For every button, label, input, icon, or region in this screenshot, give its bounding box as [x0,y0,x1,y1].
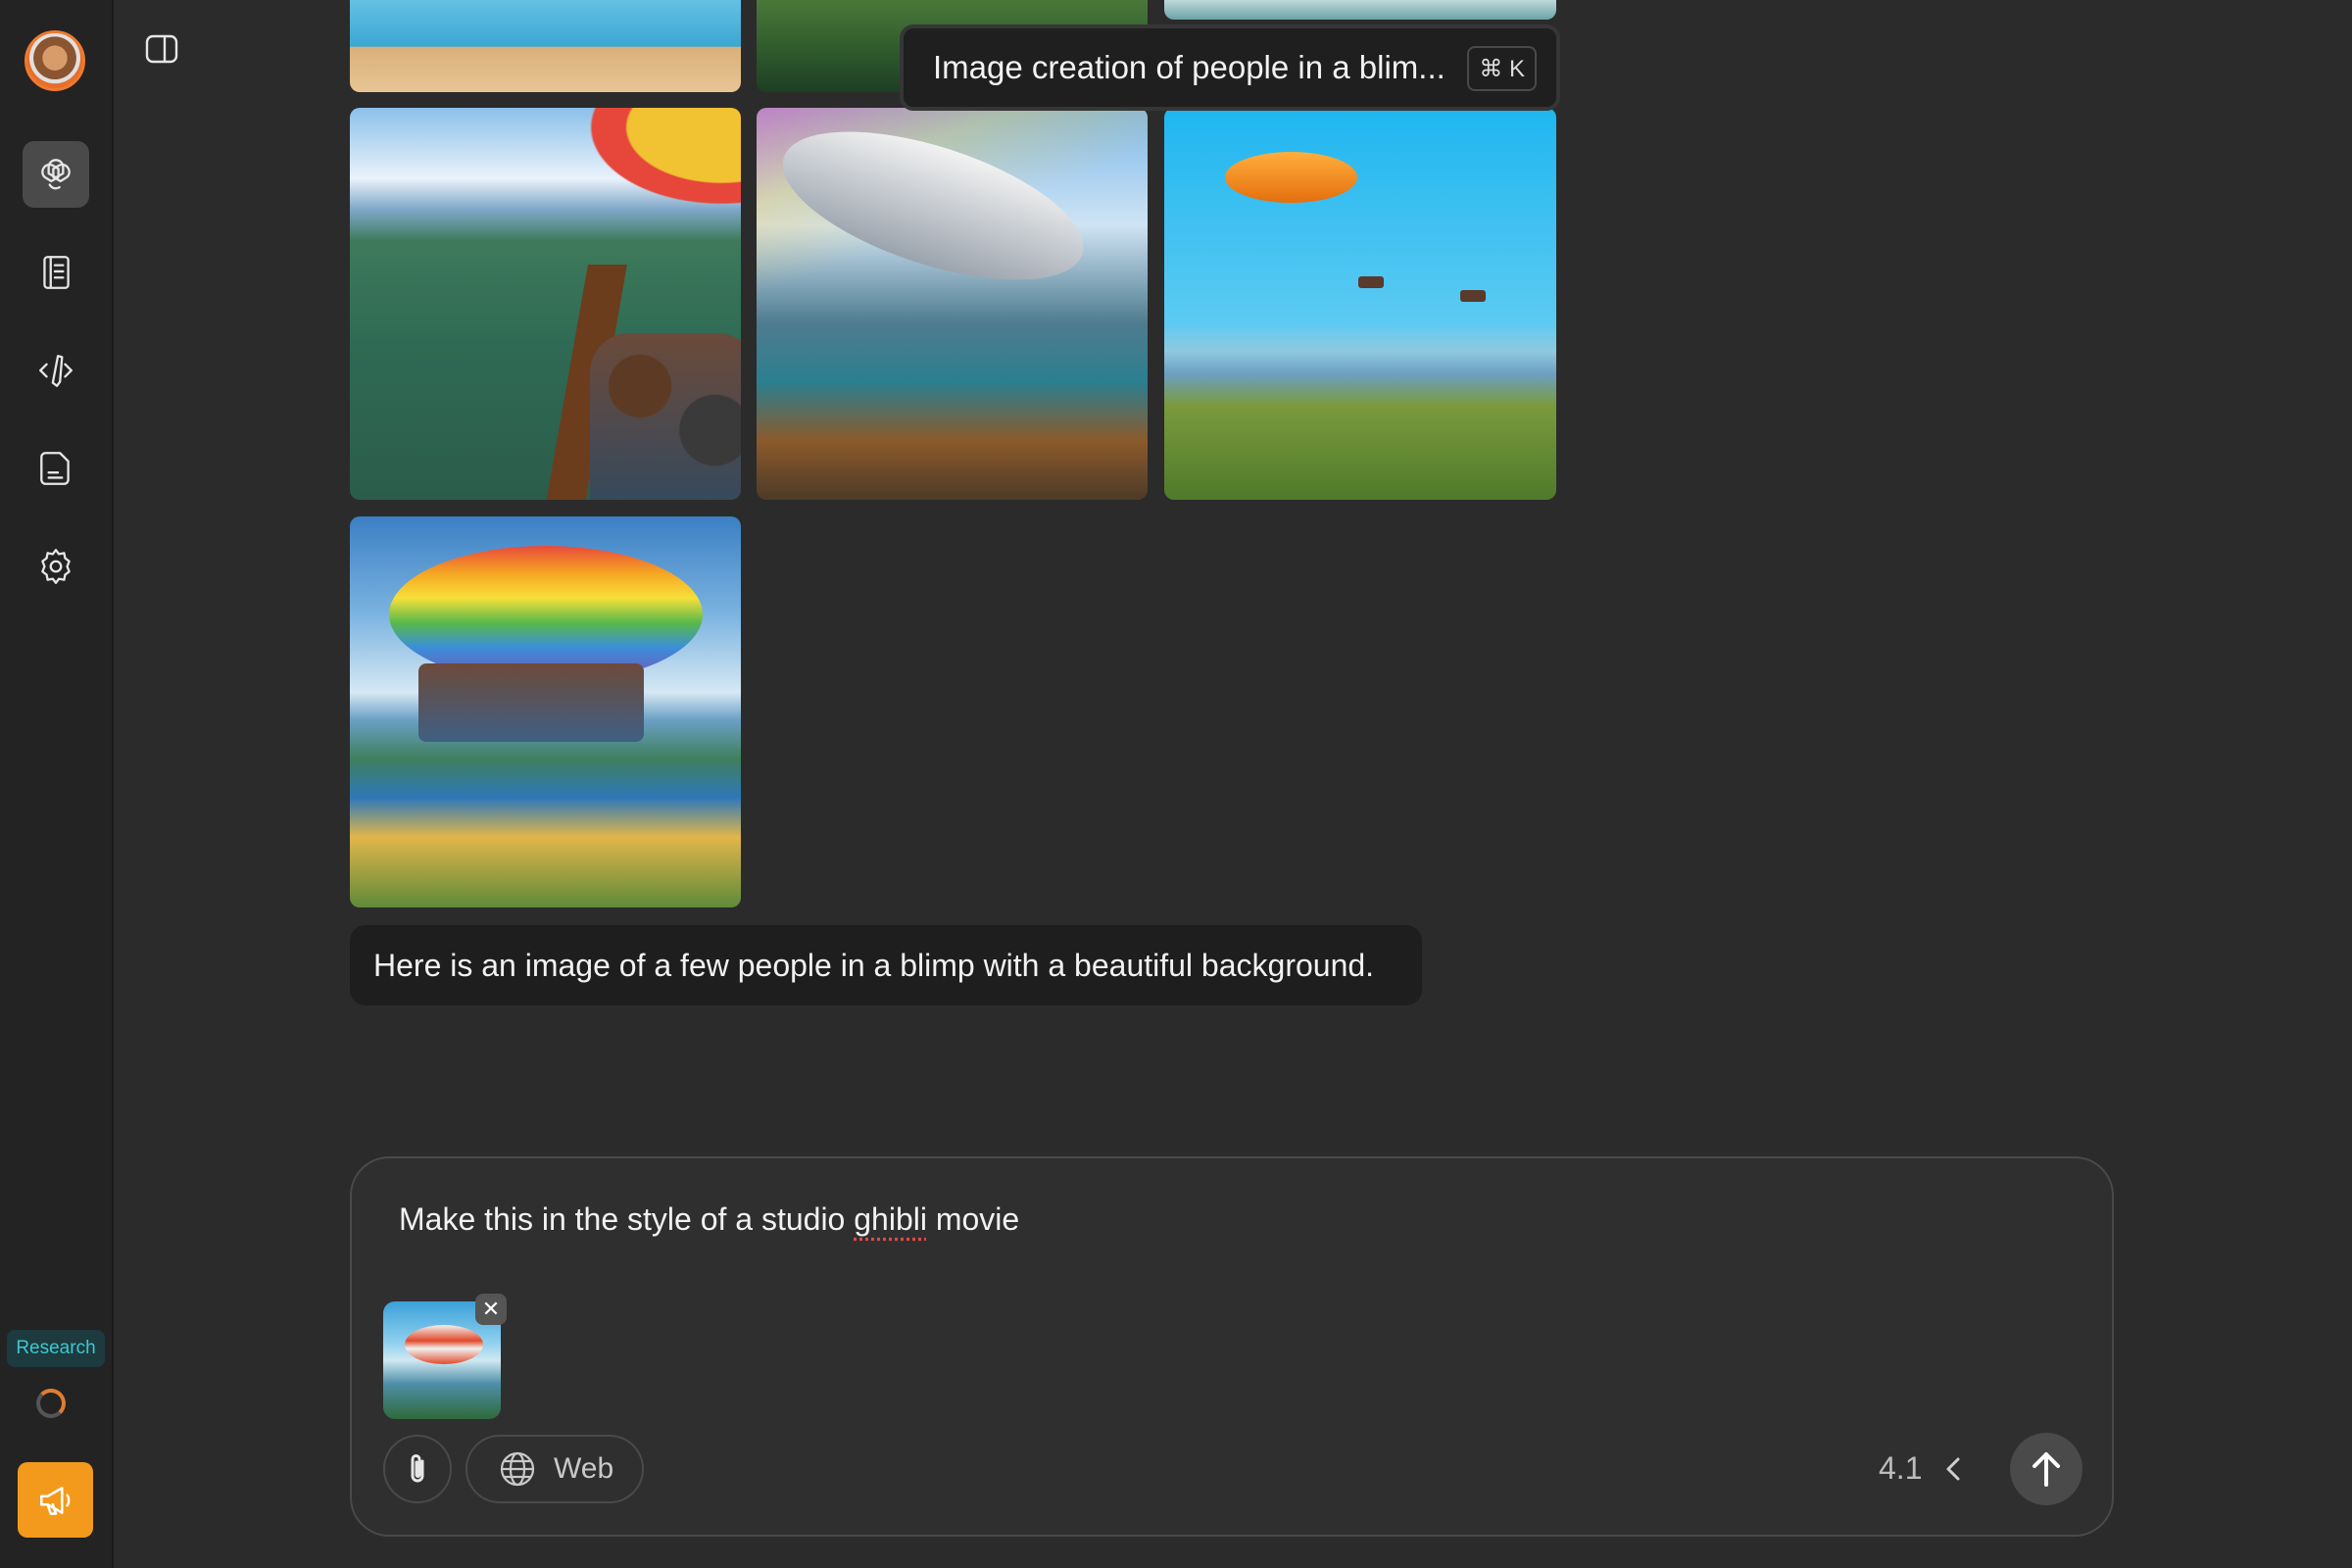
attach-file-button[interactable] [383,1435,452,1503]
notebook-icon [43,256,70,289]
sidebar-toggle-icon [145,34,178,64]
message-composer[interactable]: Make this in the style of a studio ghibl… [350,1156,2114,1537]
user-avatar[interactable] [24,30,85,91]
model-version[interactable]: 4.1 [1879,1450,1922,1487]
loading-spinner-icon [36,1389,66,1418]
send-button[interactable] [2010,1433,2082,1505]
toggle-panel-button[interactable] [145,33,178,65]
megaphone-icon [39,1486,70,1515]
small-airship [1358,276,1384,288]
passengers [590,333,741,500]
thumbnail-blimp [405,1325,483,1364]
generated-image[interactable] [350,108,741,500]
web-search-toggle[interactable]: Web [466,1435,644,1503]
generated-image[interactable] [1164,108,1556,500]
sidebar-item-code[interactable] [23,337,89,404]
settings-gear-icon [41,549,71,584]
message-input[interactable]: Make this in the style of a studio ghibl… [399,1201,1019,1238]
passengers [418,663,644,742]
misspelled-word: ghibli [854,1201,927,1237]
model-selector-chevron[interactable] [1941,1454,1965,1484]
keyboard-shortcut: ⌘ K [1467,46,1537,91]
assistant-message: Here is an image of a few people in a bl… [350,925,1422,1005]
remove-attachment-button[interactable]: ✕ [475,1294,507,1325]
openai-icon [41,159,71,190]
generated-image[interactable] [1164,0,1556,20]
generated-image[interactable] [350,516,741,907]
small-airship [1460,290,1486,302]
arrow-up-icon [2033,1452,2060,1487]
sidebar-item-chat[interactable] [23,141,89,208]
globe-icon [500,1451,535,1487]
sidebar-item-notebook[interactable] [23,239,89,306]
announcements-button[interactable] [18,1462,93,1538]
document-icon [40,452,70,485]
zeppelin [765,108,1101,311]
sidebar-item-documents[interactable] [23,435,89,502]
close-icon: ✕ [481,1297,501,1321]
rainbow-balloon [389,546,703,683]
orange-blimp [1225,152,1357,203]
chevron-left-icon [1946,1457,1960,1481]
code-pen-icon [39,355,73,387]
generated-image[interactable] [757,108,1148,500]
research-badge[interactable]: Research [7,1330,105,1367]
sidebar: Research [0,0,114,1568]
tooltip-text: Image creation of people in a blim... [933,49,1446,85]
sidebar-item-settings[interactable] [23,533,89,600]
paperclip-icon [411,1454,424,1483]
conversation-title-tooltip: Image creation of people in a blim... ⌘ … [900,24,1560,111]
web-label: Web [554,1452,614,1485]
generated-image[interactable] [350,0,741,92]
